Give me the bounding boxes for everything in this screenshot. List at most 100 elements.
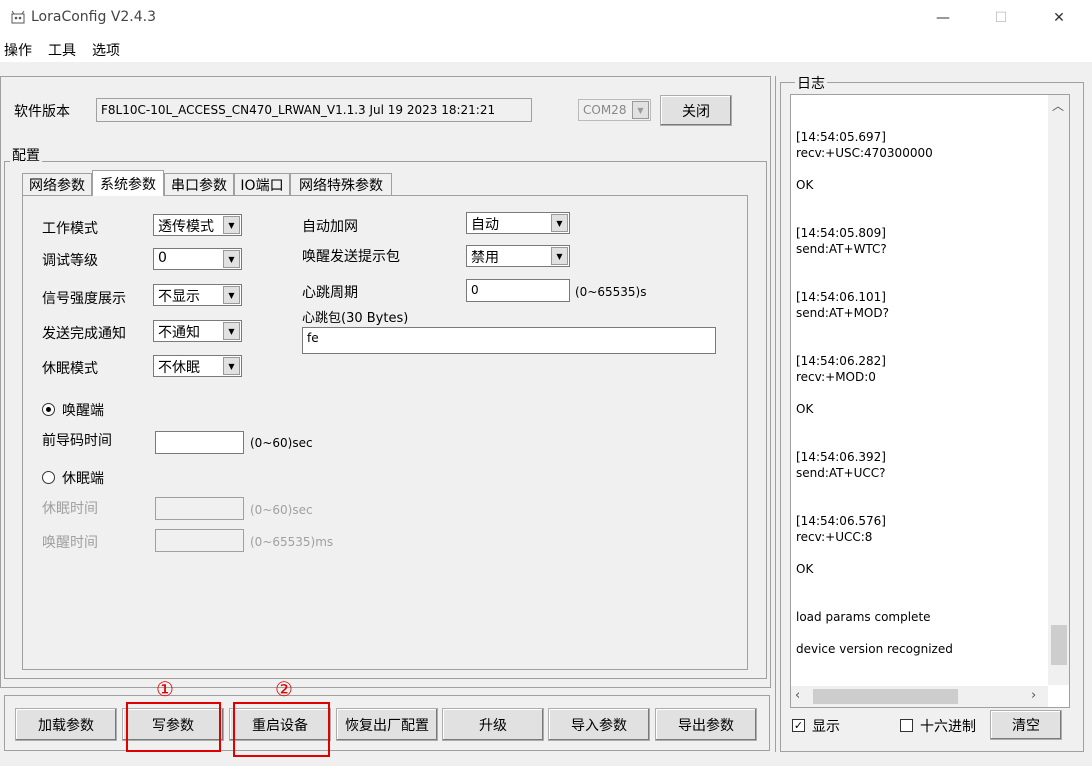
preamble-time-label: 前导码时间 <box>42 433 112 449</box>
menu-bar: 操作 工具 选项 <box>0 36 1092 62</box>
signal-display-select[interactable]: 不显示 ▼ <box>153 284 242 306</box>
sleep-time-label: 休眠时间 <box>42 501 98 517</box>
log-line: load params complete <box>796 610 931 624</box>
menu-tools[interactable]: 工具 <box>48 40 76 60</box>
log-vertical-scrollbar[interactable]: ︿ <box>1048 95 1069 685</box>
wake-time-range: (0~65535)ms <box>250 535 334 549</box>
annotation-number-1: ① <box>156 677 174 701</box>
log-line: [14:54:06.392] <box>796 450 886 464</box>
log-vscroll-thumb[interactable] <box>1051 625 1067 665</box>
annotation-number-2: ② <box>275 677 293 701</box>
work-mode-select[interactable]: 透传模式 ▼ <box>153 214 242 236</box>
signal-display-value: 不显示 <box>158 289 200 305</box>
display-checkbox[interactable]: ✓ <box>792 719 805 732</box>
log-line: send:AT+MOD? <box>796 306 889 320</box>
com-port-value: COM28 <box>583 103 627 117</box>
import-params-button[interactable]: 导入参数 <box>548 708 650 741</box>
chevron-down-icon: ▼ <box>223 216 240 234</box>
window-title: LoraConfig V2.4.3 <box>31 9 157 25</box>
wake-time-label: 唤醒时间 <box>42 535 98 551</box>
chevron-down-icon: ▼ <box>223 286 240 304</box>
heartbeat-period-range: (0~65535)s <box>575 285 647 299</box>
app-icon <box>11 10 25 24</box>
tab-panel <box>22 195 748 670</box>
auto-join-value: 自动 <box>471 217 499 233</box>
version-label: 软件版本 <box>14 104 70 120</box>
send-notify-select[interactable]: 不通知 ▼ <box>153 320 242 342</box>
wake-packet-value: 禁用 <box>471 250 499 266</box>
tab-io-port[interactable]: IO端口 <box>234 173 290 195</box>
clear-log-button[interactable]: 清空 <box>990 710 1062 740</box>
log-hscroll-thumb[interactable] <box>813 689 958 704</box>
chevron-up-icon[interactable]: ︿ <box>1052 97 1064 114</box>
sleep-mode-label: 休眠模式 <box>42 361 98 377</box>
chevron-left-icon[interactable]: ‹ <box>795 688 800 703</box>
log-line: [14:54:06.576] <box>796 514 886 528</box>
send-notify-value: 不通知 <box>158 325 200 341</box>
heartbeat-period-input[interactable]: 0 <box>466 279 570 302</box>
work-mode-label: 工作模式 <box>42 221 98 237</box>
signal-display-label: 信号强度展示 <box>42 291 126 307</box>
annotation-box-2 <box>233 702 330 757</box>
menu-options[interactable]: 选项 <box>92 40 120 60</box>
log-line: send:AT+UCC? <box>796 466 886 480</box>
chevron-down-icon: ▼ <box>551 247 568 265</box>
hex-label: 十六进制 <box>920 719 976 735</box>
sleep-time-range: (0~60)sec <box>250 503 313 517</box>
annotation-box-1 <box>126 702 221 752</box>
chevron-down-icon: ▼ <box>223 357 240 375</box>
chevron-down-icon: ▼ <box>551 214 568 232</box>
wake-time-input[interactable] <box>155 529 244 552</box>
tab-network-params[interactable]: 网络参数 <box>22 173 92 195</box>
display-label: 显示 <box>812 719 840 735</box>
maximize-button[interactable]: ☐ <box>978 0 1024 36</box>
log-line: [14:54:06.101] <box>796 290 886 304</box>
chevron-down-icon: ▼ <box>223 250 240 268</box>
heartbeat-packet-label: 心跳包(30 Bytes) <box>302 311 409 326</box>
export-params-button[interactable]: 导出参数 <box>655 708 757 741</box>
close-port-button[interactable]: 关闭 <box>660 95 732 126</box>
heartbeat-packet-input[interactable]: fe <box>302 327 716 354</box>
close-window-button[interactable]: ✕ <box>1036 0 1082 36</box>
preamble-time-input[interactable] <box>155 431 244 454</box>
config-group-title: 配置 <box>10 145 42 165</box>
debug-level-select[interactable]: 0 ▼ <box>153 248 242 270</box>
upgrade-button[interactable]: 升级 <box>442 708 544 741</box>
auto-join-select[interactable]: 自动 ▼ <box>466 212 570 234</box>
preamble-time-range: (0~60)sec <box>250 436 313 450</box>
log-line: OK <box>796 178 814 192</box>
load-params-button[interactable]: 加载参数 <box>15 708 117 741</box>
sleep-time-input[interactable] <box>155 497 244 520</box>
wake-packet-label: 唤醒发送提示包 <box>302 249 400 265</box>
wake-end-radio[interactable] <box>42 403 55 416</box>
splitter[interactable] <box>775 76 776 752</box>
menu-operation[interactable]: 操作 <box>4 40 32 60</box>
tab-system-params[interactable]: 系统参数 <box>92 170 164 196</box>
sleep-end-radio[interactable] <box>42 471 55 484</box>
com-port-select[interactable]: COM28 ▼ <box>578 99 651 121</box>
debug-level-label: 调试等级 <box>42 253 98 269</box>
heartbeat-period-label: 心跳周期 <box>302 285 358 301</box>
tab-network-special[interactable]: 网络特殊参数 <box>290 173 392 195</box>
auto-join-label: 自动加网 <box>302 219 358 235</box>
log-line: [14:54:05.809] <box>796 226 886 240</box>
log-line: device version recognized <box>796 642 953 656</box>
version-value: F8L10C-10L_ACCESS_CN470_LRWAN_V1.1.3 Jul… <box>96 98 532 122</box>
log-horizontal-scrollbar[interactable]: ‹ › <box>791 686 1048 707</box>
chevron-down-icon: ▼ <box>223 322 240 340</box>
hex-checkbox[interactable] <box>900 719 913 732</box>
work-mode-value: 透传模式 <box>158 219 214 235</box>
send-notify-label: 发送完成通知 <box>42 326 126 342</box>
tab-serial-params[interactable]: 串口参数 <box>164 173 234 195</box>
log-line: send:AT+WTC? <box>796 242 887 256</box>
log-line: recv:+USC:470300000 <box>796 146 933 160</box>
chevron-right-icon[interactable]: › <box>1031 688 1036 703</box>
sleep-mode-select[interactable]: 不休眠 ▼ <box>153 355 242 377</box>
log-line: OK <box>796 562 814 576</box>
log-textarea[interactable]: [14:54:05.697] recv:+USC:470300000 OK [1… <box>790 94 1070 708</box>
factory-reset-button[interactable]: 恢复出厂配置 <box>336 708 438 741</box>
log-group-title: 日志 <box>795 73 827 93</box>
wake-packet-select[interactable]: 禁用 ▼ <box>466 245 570 267</box>
log-line: [14:54:06.282] <box>796 354 886 368</box>
minimize-button[interactable]: — <box>920 0 966 36</box>
